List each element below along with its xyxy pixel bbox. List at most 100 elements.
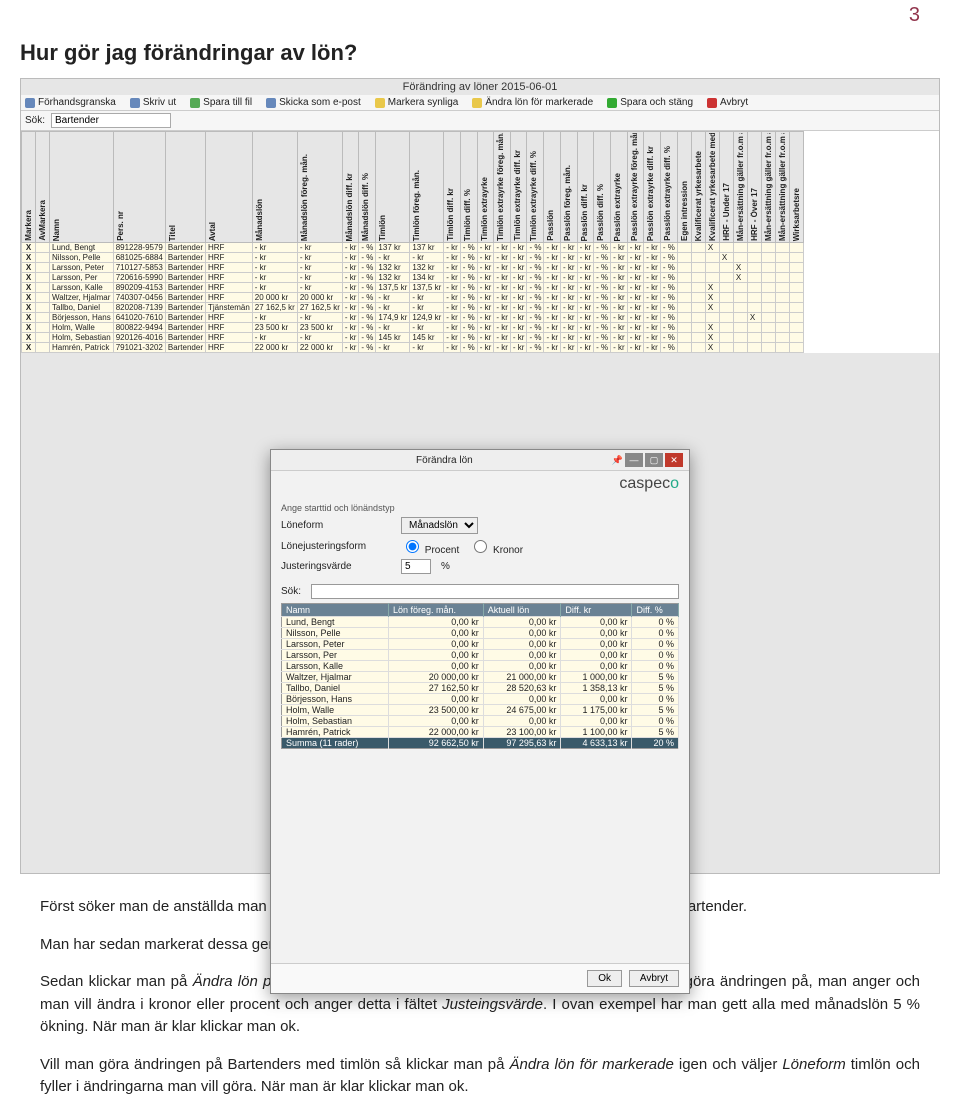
ok-button[interactable]: Ok: [587, 970, 622, 987]
table-row[interactable]: XTallbo, Daniel820208-7139BartenderTjäns…: [22, 303, 804, 313]
toolbar-icon: [190, 98, 200, 108]
toolbar-spara-till-fil[interactable]: Spara till fil: [190, 97, 252, 108]
radio-kronor[interactable]: Kronor: [469, 537, 523, 556]
toolbar-icon: [25, 98, 35, 108]
column-header[interactable]: Titel: [168, 225, 177, 241]
column-header[interactable]: HRF - Under 17: [722, 183, 731, 241]
dialog-search-input[interactable]: [311, 584, 679, 599]
toolbar-skicka-som-e-post[interactable]: Skicka som e-post: [266, 97, 361, 108]
maximize-button[interactable]: ▢: [645, 453, 663, 467]
dialog-column-header[interactable]: Aktuell lön: [483, 604, 561, 617]
dialog-subtitle: Ange starttid och lönändstyp: [281, 503, 679, 513]
toolbar-icon: [375, 98, 385, 108]
table-row[interactable]: XBörjesson, Hans641020-7610BartenderHRF-…: [22, 313, 804, 323]
column-header[interactable]: Mån-ersättning gäller fr.o.m anstallning…: [764, 133, 773, 241]
dialog-row[interactable]: Nilsson, Pelle0,00 kr0,00 kr0,00 kr0 %: [282, 628, 679, 639]
toolbar-f-rhandsgranska[interactable]: Förhandsgranska: [25, 97, 116, 108]
page-number: 3: [909, 4, 920, 27]
dialog-row[interactable]: Larsson, Per0,00 kr0,00 kr0,00 kr0 %: [282, 650, 679, 661]
toolbar-spara-och-st-ng[interactable]: Spara och stäng: [607, 97, 693, 108]
radio-procent[interactable]: Procent: [401, 537, 459, 556]
column-header[interactable]: Mån-ersättning gäller fr.o.m anstallning…: [736, 133, 745, 241]
column-header[interactable]: Månadslön: [255, 199, 264, 241]
dialog-grid: NamnLön föreg. mån.Aktuell lönDiff. krDi…: [281, 603, 679, 749]
column-header[interactable]: Passlön extrayrke diff. %: [663, 146, 672, 241]
table-row[interactable]: XLarsson, Per720616-5990BartenderHRF- kr…: [22, 273, 804, 283]
dialog-row[interactable]: Lund, Bengt0,00 kr0,00 kr0,00 kr0 %: [282, 617, 679, 628]
column-header[interactable]: Månadslön diff. kr: [345, 173, 354, 241]
dialog-row[interactable]: Börjesson, Hans0,00 kr0,00 kr0,00 kr0 %: [282, 694, 679, 705]
close-button[interactable]: ✕: [665, 453, 683, 467]
column-header[interactable]: Passlön: [546, 210, 555, 241]
column-header[interactable]: Kvalificerat yrkesarbete med minst 6 års…: [708, 133, 717, 241]
app-screenshot: Förändring av löner 2015-06-01 Förhandsg…: [20, 78, 940, 874]
column-header[interactable]: Passlön extrayrke föreg. mån.: [630, 133, 639, 241]
column-header[interactable]: AvMarkera: [38, 200, 47, 241]
column-header[interactable]: Timlön diff. kr: [446, 188, 455, 241]
main-grid: Markera AvMarkera Namn Pers. nr Titel Avtal Må…: [21, 131, 804, 353]
column-header[interactable]: Månadslön diff. %: [361, 173, 370, 241]
page-heading: Hur gör jag förändringar av lön?: [20, 40, 940, 66]
toolbar-avbryt[interactable]: Avbryt: [707, 97, 748, 108]
column-header[interactable]: Pers. nr: [116, 211, 125, 241]
toolbar-icon: [266, 98, 276, 108]
search-label: Sök:: [25, 115, 45, 126]
app-title: Förändring av löner 2015-06-01: [21, 79, 939, 95]
dialog-row[interactable]: Holm, Sebastian0,00 kr0,00 kr0,00 kr0 %: [282, 716, 679, 727]
dialog-row[interactable]: Larsson, Kalle0,00 kr0,00 kr0,00 kr0 %: [282, 661, 679, 672]
dialog-column-header[interactable]: Diff. %: [632, 604, 679, 617]
dialog-column-header[interactable]: Diff. kr: [561, 604, 632, 617]
table-row[interactable]: XLund, Bengt891228-9579BartenderHRF- kr-…: [22, 243, 804, 253]
jval-input[interactable]: [401, 559, 431, 574]
dialog-row[interactable]: Waltzer, Hjalmar20 000,00 kr21 000,00 kr…: [282, 672, 679, 683]
column-header[interactable]: Timlön föreg. mån.: [412, 170, 421, 241]
dialog-row[interactable]: Larsson, Peter0,00 kr0,00 kr0,00 kr0 %: [282, 639, 679, 650]
toolbar-icon: [130, 98, 140, 108]
column-header[interactable]: Timlön extrayrke diff. kr: [513, 150, 522, 241]
cancel-button[interactable]: Avbryt: [629, 970, 679, 987]
toolbar-icon: [707, 98, 717, 108]
dialog-row[interactable]: Tallbo, Daniel27 162,50 kr28 520,63 kr1 …: [282, 683, 679, 694]
toolbar-icon: [472, 98, 482, 108]
table-row[interactable]: XLarsson, Kalle890209-4153BartenderHRF- …: [22, 283, 804, 293]
table-row[interactable]: XLarsson, Peter710127-5853BartenderHRF- …: [22, 263, 804, 273]
column-header[interactable]: Namn: [52, 219, 61, 241]
column-header[interactable]: Avtal: [208, 222, 217, 241]
table-row[interactable]: XHamrén, Patrick791021-3202BartenderHRF2…: [22, 343, 804, 353]
column-header[interactable]: Timlön extrayrke diff. %: [529, 151, 538, 241]
dialog-sum-row: Summa (11 rader)92 662,50 kr97 295,63 kr…: [282, 738, 679, 749]
column-header[interactable]: Månadslön föreg. mån.: [300, 154, 309, 241]
column-header[interactable]: Mån-ersättning gäller fr.o.m anstallning…: [778, 133, 787, 241]
table-row[interactable]: XNilsson, Pelle681025-6884BartenderHRF- …: [22, 253, 804, 263]
column-header[interactable]: Passlön extrayrke: [613, 173, 622, 242]
brand-logo: caspeco: [271, 471, 689, 497]
column-header[interactable]: Passlön diff. %: [596, 184, 605, 241]
search-row: Sök:: [21, 111, 939, 131]
table-row[interactable]: XHolm, Sebastian920126-4016BartenderHRF-…: [22, 333, 804, 343]
column-header[interactable]: Timlön diff. %: [463, 189, 472, 241]
column-header[interactable]: Passlön diff. kr: [580, 184, 589, 241]
column-header[interactable]: Passlön föreg. mån.: [563, 165, 572, 241]
column-header[interactable]: Timlön extrayrke: [480, 177, 489, 241]
column-header[interactable]: Timlön: [378, 215, 387, 241]
dialog-row[interactable]: Holm, Walle23 500,00 kr24 675,00 kr1 175…: [282, 705, 679, 716]
pin-icon[interactable]: 📌: [612, 455, 623, 466]
dialog-column-header[interactable]: Lön föreg. mån.: [389, 604, 484, 617]
search-input[interactable]: [51, 113, 171, 128]
column-header[interactable]: Passlön extrayrke diff. kr: [646, 146, 655, 241]
column-header[interactable]: Kvalificerat yrkesarbete: [694, 151, 703, 241]
toolbar-skriv-ut[interactable]: Skriv ut: [130, 97, 176, 108]
column-header[interactable]: Timlön extrayrke föreg. mån.: [496, 133, 505, 241]
column-header[interactable]: HRF - Över 17: [750, 188, 759, 241]
minimize-button[interactable]: —: [625, 453, 643, 467]
table-row[interactable]: XWaltzer, Hjalmar740307-0456BartenderHRF…: [22, 293, 804, 303]
loneform-select[interactable]: Månadslön: [401, 517, 478, 534]
dialog-column-header[interactable]: Namn: [282, 604, 389, 617]
column-header[interactable]: Markera: [24, 210, 33, 241]
toolbar--ndra-l-n-f-r-markerade[interactable]: Ändra lön för markerade: [472, 97, 593, 108]
toolbar-markera-synliga[interactable]: Markera synliga: [375, 97, 459, 108]
column-header[interactable]: Wirksarbetsre: [792, 188, 801, 241]
dialog-row[interactable]: Hamrén, Patrick22 000,00 kr23 100,00 kr1…: [282, 727, 679, 738]
column-header[interactable]: Egen intression: [680, 181, 689, 241]
table-row[interactable]: XHolm, Walle800822-9494BartenderHRF23 50…: [22, 323, 804, 333]
